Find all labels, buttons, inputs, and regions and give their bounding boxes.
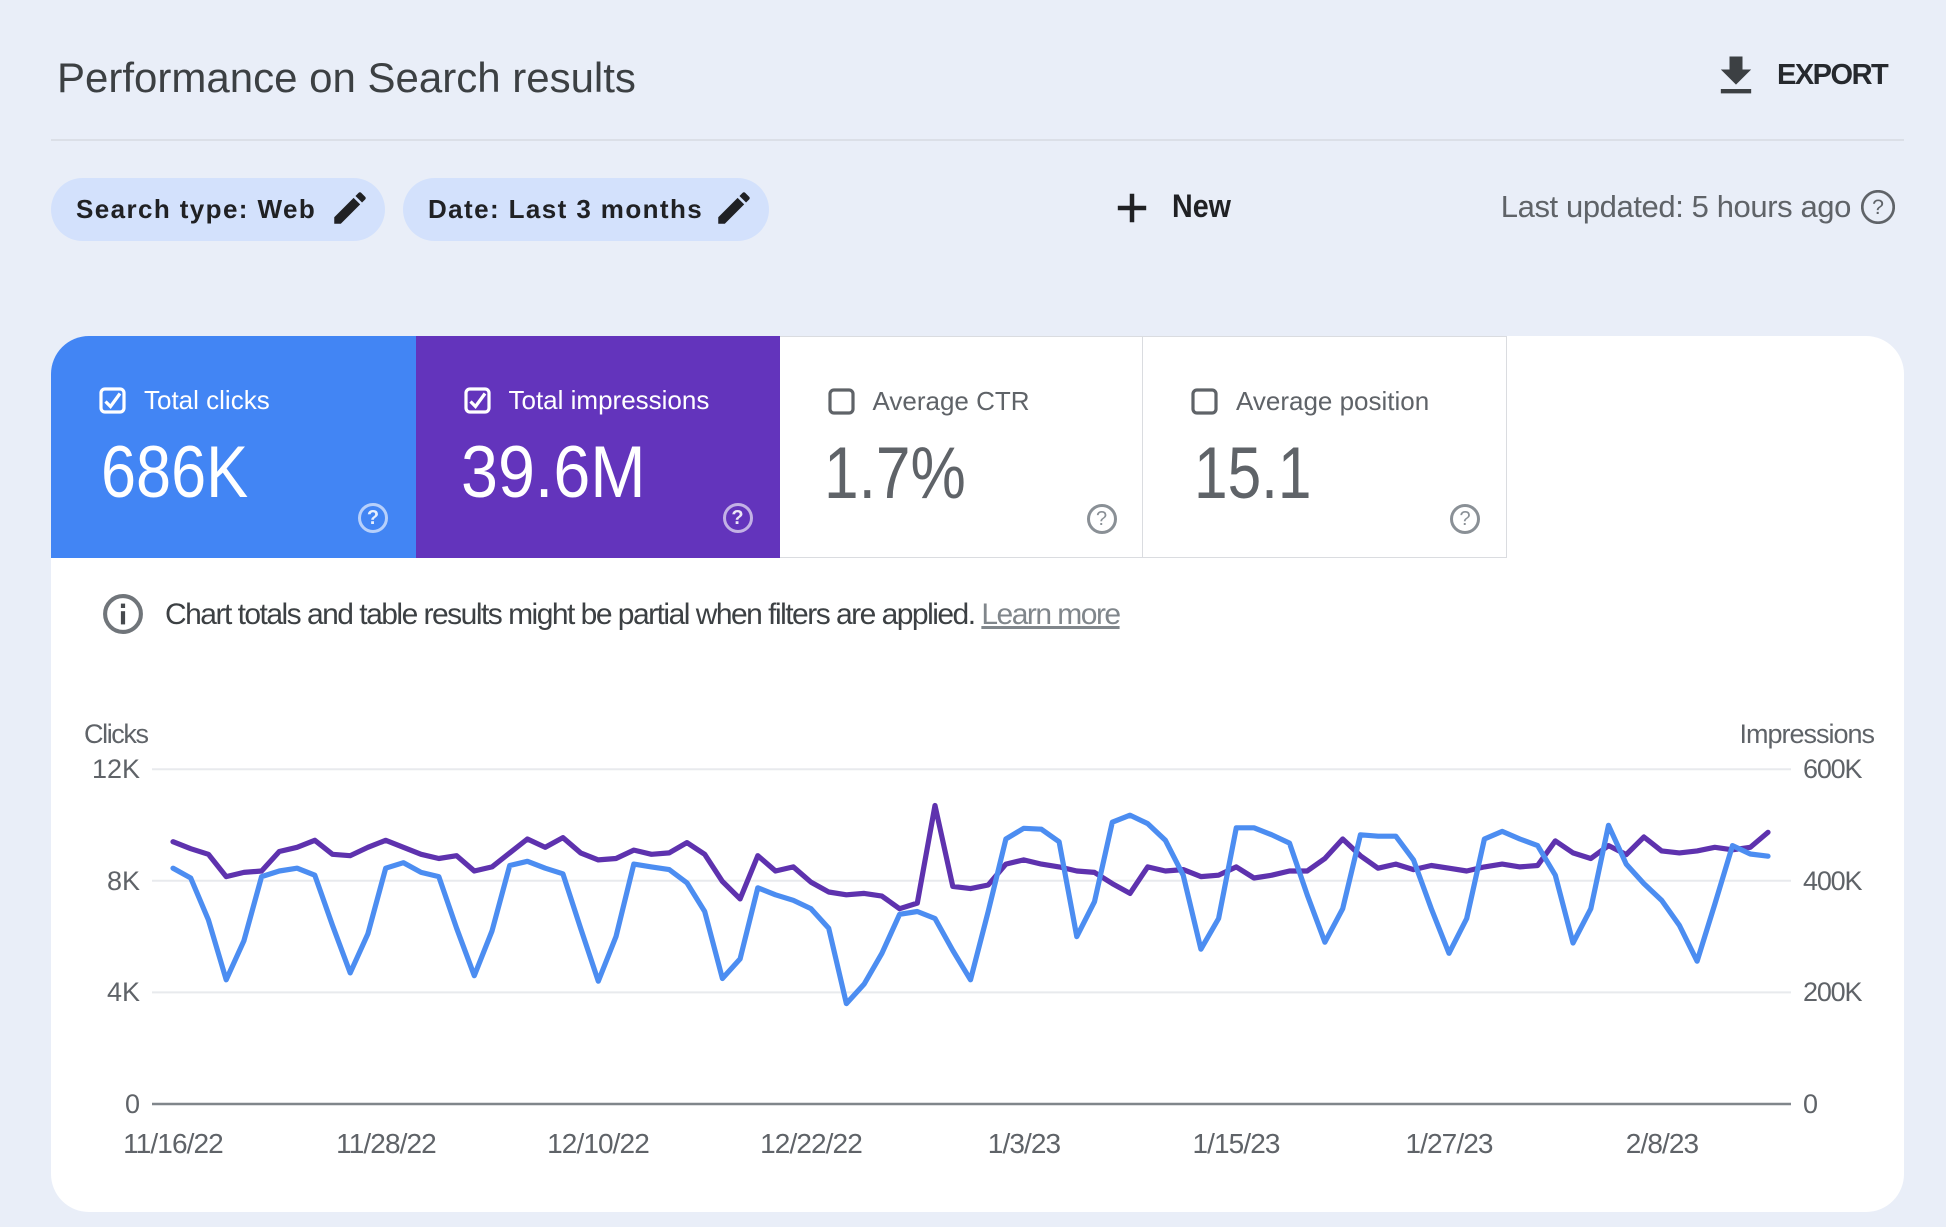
- svg-text:?: ?: [1872, 195, 1884, 219]
